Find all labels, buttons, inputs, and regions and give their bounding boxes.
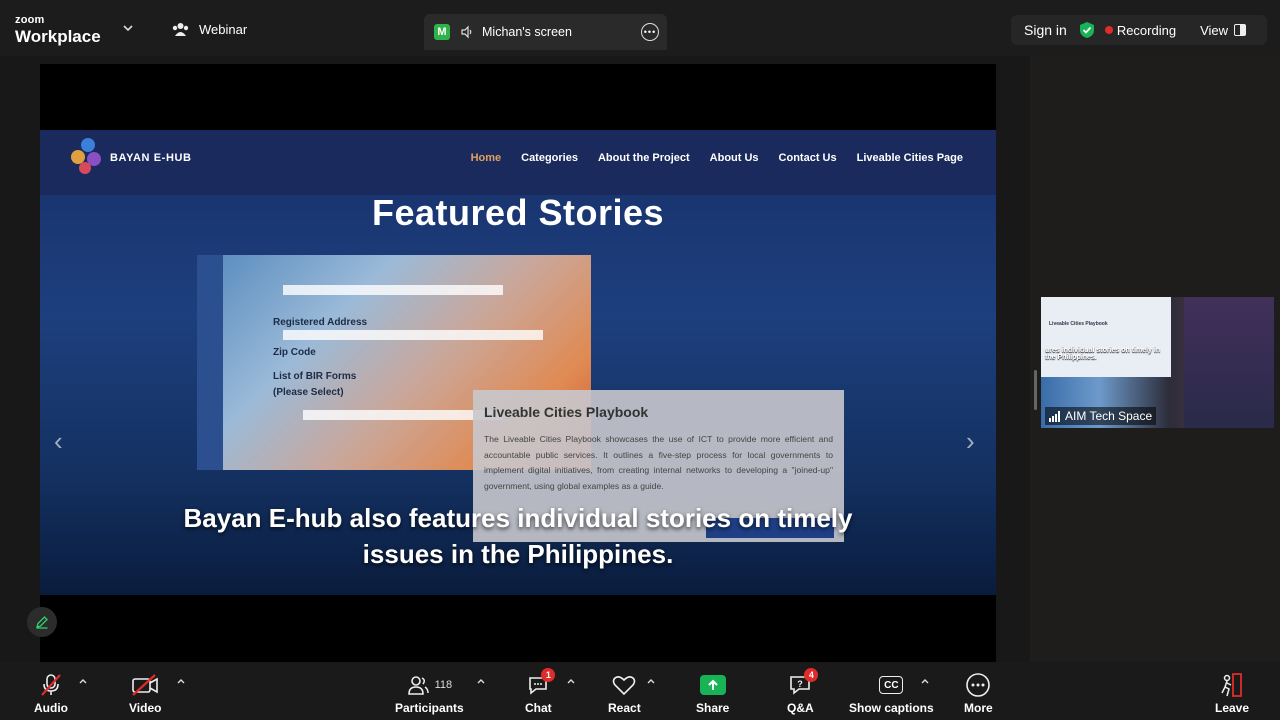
bayan-ehub-logo-icon bbox=[71, 138, 101, 174]
participants-options-caret-icon[interactable] bbox=[476, 676, 486, 686]
meeting-toolbar: Audio Video 118 Participants 1 Chat Reac… bbox=[0, 662, 1280, 720]
story-card-body: The Liveable Cities Playbook showcases t… bbox=[484, 434, 833, 491]
view-layout-icon bbox=[1234, 24, 1247, 36]
qa-label: Q&A bbox=[787, 701, 814, 715]
site-nav-links: Home Categories About the Project About … bbox=[471, 152, 963, 164]
chevron-down-icon[interactable] bbox=[122, 22, 134, 34]
brand-workplace: Workplace bbox=[15, 27, 101, 46]
speaker-icon bbox=[461, 25, 472, 39]
form-label: Registered Address bbox=[273, 317, 368, 328]
brand-zoom: zoom bbox=[15, 14, 45, 26]
recording-dot-icon bbox=[1104, 26, 1113, 34]
share-options-icon[interactable]: ••• bbox=[641, 23, 659, 41]
react-label: React bbox=[608, 701, 641, 715]
form-label: List of BIR Forms bbox=[273, 371, 357, 382]
captions-options-caret-icon[interactable] bbox=[920, 676, 930, 686]
carousel-prev-icon[interactable]: ‹ bbox=[54, 428, 63, 454]
share-indicator[interactable]: M Michan's screen ••• bbox=[424, 14, 667, 50]
nav-home[interactable]: Home bbox=[471, 152, 502, 164]
header-right: Sign in Recording View bbox=[1011, 15, 1267, 45]
leave-button[interactable]: Leave bbox=[1215, 672, 1249, 715]
participants-button[interactable]: 118 Participants bbox=[395, 672, 464, 715]
thumbnail-drag-handle[interactable] bbox=[1034, 370, 1037, 410]
video-caption: Bayan E-hub also features individual sto… bbox=[40, 500, 996, 572]
form-field bbox=[283, 330, 543, 340]
share-screen-icon bbox=[699, 675, 726, 695]
share-button[interactable]: Share bbox=[696, 672, 729, 715]
chat-label: Chat bbox=[525, 701, 552, 715]
video-button[interactable]: Video bbox=[129, 672, 161, 715]
chat-options-caret-icon[interactable] bbox=[566, 676, 576, 686]
security-shield-icon[interactable] bbox=[1079, 21, 1095, 39]
chat-badge: 1 bbox=[541, 668, 556, 682]
participants-icon bbox=[407, 676, 429, 695]
thumbnail-screen-caption: ures individual stories on timely in the… bbox=[1045, 347, 1161, 361]
caption-line-1: Bayan E-hub also features individual sto… bbox=[183, 503, 853, 533]
leave-label: Leave bbox=[1215, 701, 1250, 715]
nav-liveable-cities[interactable]: Liveable Cities Page bbox=[857, 152, 963, 164]
chat-button[interactable]: 1 Chat bbox=[525, 668, 556, 715]
qa-badge: 4 bbox=[804, 668, 819, 682]
thumbnail-banner bbox=[1184, 297, 1274, 428]
nav-about-us[interactable]: About Us bbox=[710, 152, 759, 164]
share-label-text: Share bbox=[696, 701, 730, 715]
more-options-icon bbox=[966, 673, 991, 697]
annotate-pencil-icon[interactable] bbox=[27, 607, 57, 637]
signal-bars-icon bbox=[1049, 410, 1060, 422]
form-label: Zip Code bbox=[273, 347, 316, 358]
closed-captions-icon: CC bbox=[879, 676, 904, 694]
share-label: Michan's screen bbox=[482, 25, 572, 39]
shared-website: BAYAN E-HUB Home Categories About the Pr… bbox=[40, 130, 996, 595]
webinar-label: Webinar bbox=[172, 22, 247, 37]
camera-off-icon bbox=[132, 674, 159, 696]
form-field bbox=[283, 285, 503, 295]
site-logo-text: BAYAN E-HUB bbox=[110, 152, 192, 164]
audio-label: Audio bbox=[34, 701, 68, 715]
qa-button[interactable]: ? 4 Q&A bbox=[787, 668, 819, 715]
video-options-caret-icon[interactable] bbox=[176, 676, 186, 686]
presenter-avatar: M bbox=[434, 24, 450, 40]
people-icon bbox=[172, 23, 189, 36]
view-label: View bbox=[1200, 22, 1229, 38]
shared-screen: BAYAN E-HUB Home Categories About the Pr… bbox=[40, 64, 996, 662]
thumbnail-name-tag: AIM Tech Space bbox=[1045, 407, 1157, 425]
speaker-thumbnail[interactable]: Liveable Cities Playbook ures individual… bbox=[1041, 297, 1274, 428]
story-card-title: Liveable Cities Playbook bbox=[484, 404, 649, 420]
leave-door-icon bbox=[1221, 673, 1242, 697]
recording-status[interactable]: Recording bbox=[1117, 23, 1176, 38]
more-button[interactable]: More bbox=[964, 672, 993, 715]
captions-label: Show captions bbox=[849, 701, 934, 715]
thumbnail-screen-title: Liveable Cities Playbook bbox=[1049, 321, 1108, 327]
nav-categories[interactable]: Categories bbox=[521, 152, 578, 164]
thumbnail-name: AIM Tech Space bbox=[1065, 409, 1153, 423]
heart-icon bbox=[613, 676, 636, 696]
video-label: Video bbox=[129, 701, 162, 715]
more-label: More bbox=[964, 701, 993, 715]
svg-text:?: ? bbox=[798, 679, 804, 689]
carousel-next-icon[interactable]: › bbox=[966, 428, 975, 454]
audio-button[interactable]: Audio bbox=[34, 672, 68, 715]
caption-line-2: issues in the Philippines. bbox=[362, 539, 674, 569]
zoom-brand: zoom Workplace bbox=[15, 14, 101, 46]
audio-options-caret-icon[interactable] bbox=[78, 676, 88, 686]
webinar-text: Webinar bbox=[199, 22, 248, 37]
react-options-caret-icon[interactable] bbox=[646, 676, 656, 686]
microphone-muted-icon bbox=[41, 674, 61, 696]
nav-contact-us[interactable]: Contact Us bbox=[779, 152, 837, 164]
nav-about-project[interactable]: About the Project bbox=[598, 152, 690, 164]
view-button[interactable]: View bbox=[1200, 22, 1247, 38]
participants-label: Participants bbox=[395, 701, 464, 715]
thumbnail-projector-screen: Liveable Cities Playbook bbox=[1041, 297, 1171, 377]
top-bar: zoom Workplace Webinar M Michan's screen… bbox=[0, 0, 1280, 56]
sign-in-button[interactable]: Sign in bbox=[1024, 22, 1067, 38]
participant-count: 118 bbox=[434, 679, 453, 691]
form-label: (Please Select) bbox=[273, 387, 344, 398]
website-navbar: BAYAN E-HUB Home Categories About the Pr… bbox=[40, 130, 996, 195]
featured-stories-heading: Featured Stories bbox=[371, 192, 665, 233]
react-button[interactable]: React bbox=[608, 672, 641, 715]
